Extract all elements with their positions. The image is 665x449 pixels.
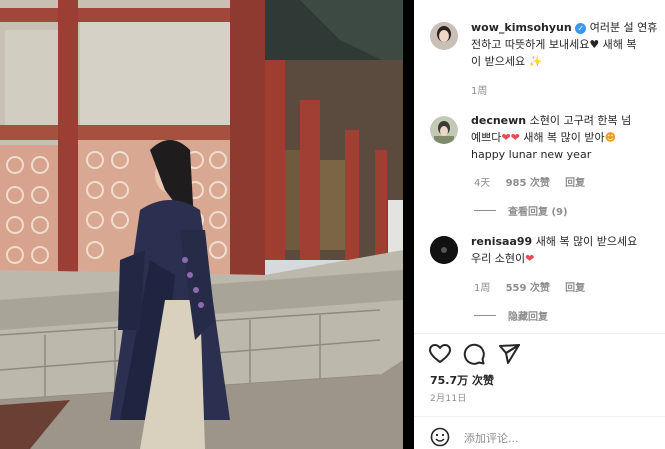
heart-emoji-icon: ♥	[589, 38, 600, 51]
sparkle-emoji-icon: ✨	[528, 55, 543, 68]
post-image	[0, 0, 403, 449]
smile-emoji-icon: ☻	[604, 131, 617, 144]
heart-emoji-icon: ❤	[525, 252, 535, 265]
divider-line	[474, 315, 496, 316]
share-icon[interactable]	[497, 342, 521, 366]
comment-text-3: happy lunar new year	[471, 148, 592, 161]
comment-time: 4天	[474, 178, 491, 189]
comment-renisaa99: renisaa99 새해 복 많이 받으세요 우리 소현이❤	[471, 233, 659, 267]
comment-username[interactable]: renisaa99	[471, 235, 532, 248]
likes-count[interactable]: 75.7万 次赞	[430, 372, 494, 388]
comment-icon[interactable]	[462, 342, 486, 366]
caption-line2-tail: 새해 복	[599, 38, 637, 51]
commenter-avatar-renisaa99[interactable]	[430, 236, 458, 264]
add-comment-input[interactable]: 添加评论...	[464, 430, 519, 446]
like-heart-icon[interactable]	[428, 342, 452, 366]
comment-text: 소현이 고구려 한복 넘	[529, 114, 632, 127]
post-date[interactable]: 2月11日	[430, 391, 467, 404]
heart-emoji-icon: ❤	[510, 131, 520, 144]
hide-replies-label: 隐藏回复	[508, 312, 548, 323]
emoji-icon[interactable]	[430, 427, 450, 447]
comment-likes[interactable]: 985 次赞	[506, 178, 550, 189]
section-divider	[414, 333, 665, 334]
section-divider	[414, 416, 665, 417]
view-replies-label: 查看回复 (9)	[508, 207, 568, 218]
caption-line1: 여러분 설 연휴	[589, 21, 658, 34]
view-replies-button[interactable]: 查看回复 (9)	[474, 203, 568, 218]
caption-line2: 전하고 따뜻하게 보내세요	[471, 38, 590, 51]
caption-line3: 이 받으세요	[471, 55, 526, 68]
author-avatar[interactable]	[430, 22, 458, 50]
hide-replies-button[interactable]: 隐藏回复	[474, 308, 548, 323]
verified-badge-icon: ✓	[575, 23, 587, 34]
comment-text: 새해 복 많이 받으세요	[535, 235, 638, 248]
heart-emoji-icon: ❤	[501, 131, 511, 144]
comment-text-2b: 새해 복 많이 받아	[523, 131, 605, 144]
reply-button[interactable]: 回复	[565, 178, 585, 189]
comment-text-2: 우리 소현이	[471, 252, 526, 265]
post-photo	[0, 0, 403, 449]
comment-text-2a: 예쁘다	[471, 131, 502, 144]
reply-button[interactable]: 回复	[565, 283, 585, 294]
commenter-avatar-decnewn[interactable]	[430, 116, 458, 144]
divider-line	[474, 210, 496, 211]
author-username[interactable]: wow_kimsohyun	[471, 21, 572, 34]
post-sidebar: wow_kimsohyun ✓ 여러분 설 연휴 전하고 따뜻하게 보내세요♥ …	[414, 0, 665, 449]
comment-likes[interactable]: 559 次赞	[506, 283, 550, 294]
comment-decnewn: decnewn 소현이 고구려 한복 넘 예쁘다❤❤ 새해 복 많이 받아☻ h…	[471, 112, 659, 163]
comment-username[interactable]: decnewn	[471, 114, 526, 127]
comment-time: 1周	[474, 283, 491, 294]
comment-meta: 1周 559 次赞 回复	[474, 279, 597, 294]
comment-meta: 4天 985 次赞 回复	[474, 174, 597, 189]
author-caption: wow_kimsohyun ✓ 여러분 설 연휴 전하고 따뜻하게 보내세요♥ …	[471, 19, 659, 70]
author-time: 1周	[471, 86, 488, 97]
